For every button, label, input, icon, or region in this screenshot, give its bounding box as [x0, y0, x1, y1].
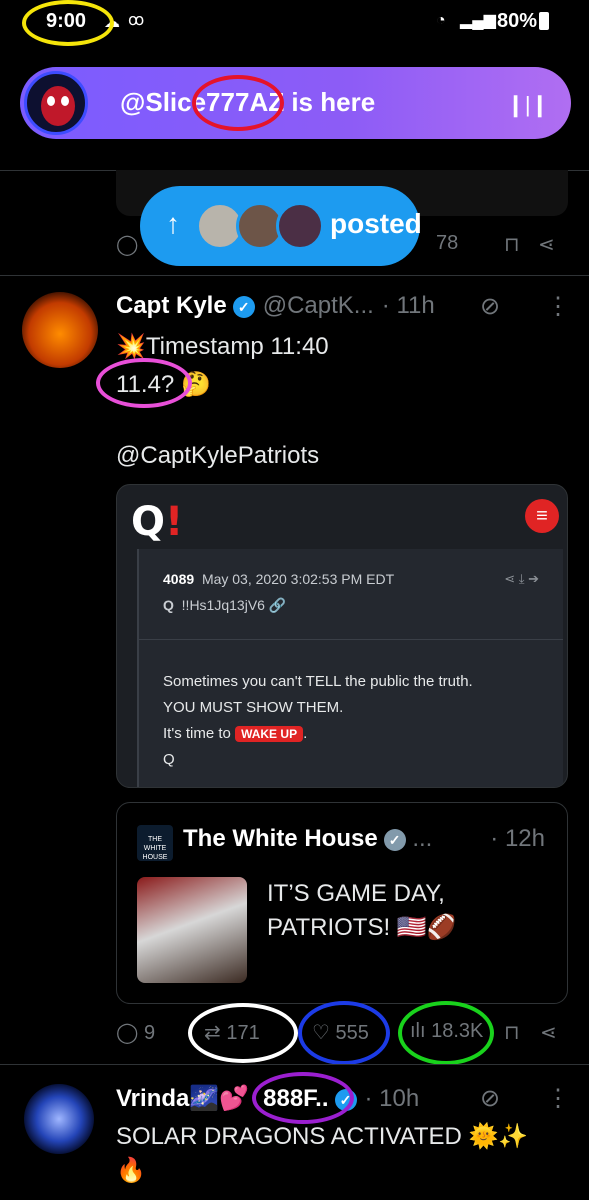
annotation-white-circle	[188, 1003, 298, 1063]
battery-icon	[539, 12, 549, 30]
share-icon[interactable]: ⋖	[540, 1020, 557, 1045]
voicemail-icon: ꝏ	[128, 12, 145, 29]
quoted-text: IT’S GAME DAY, PATRIOTS! 🇺🇸🏈	[267, 880, 457, 941]
grok-icon[interactable]: ⊘	[480, 1084, 500, 1113]
annotation-purple-circle	[252, 1072, 354, 1124]
quoted-time: · 12h	[490, 825, 545, 852]
annotation-red-circle	[192, 75, 284, 131]
annotation-yellow-circle	[22, 0, 114, 46]
qpost-actions-icon: ⋖ ⤓ ➔	[504, 571, 539, 586]
menu-icon: ≡	[525, 499, 559, 533]
avatar	[24, 71, 88, 135]
verified-icon: ✓	[232, 295, 255, 318]
bookmark-icon[interactable]: ⊓	[504, 1020, 520, 1045]
arrow-up-icon: ↑	[166, 208, 180, 239]
reply-icon: ◯	[116, 1022, 139, 1044]
battery-percent: 80%	[496, 10, 537, 32]
author-name: Capt Kyle	[116, 292, 227, 319]
spaces-live-bar[interactable]: @Slice777AZ is here ❙|❙	[20, 67, 571, 139]
bookmark-icon[interactable]: ⊓	[504, 232, 520, 257]
quoted-image	[137, 877, 247, 983]
quoted-post[interactable]: THE WHITE HOUSE The White House ✓ ... · 1…	[116, 802, 568, 1004]
avatar[interactable]	[24, 1084, 94, 1154]
post-text-line: 💥Timestamp 11:40	[116, 332, 329, 361]
grok-icon[interactable]: ⊘	[480, 292, 500, 321]
avatar	[276, 202, 324, 250]
annotation-blue-circle	[298, 1001, 390, 1065]
reply-icon[interactable]: ◯	[116, 232, 138, 257]
wake-up-badge: WAKE UP	[235, 726, 304, 742]
qpost-message: Sometimes you can't TELL the public the …	[163, 673, 473, 768]
reply-button[interactable]: ◯ 9	[116, 1020, 155, 1045]
post-text-timestamp: Timestamp 11:40	[145, 333, 329, 360]
views-count: 78	[436, 232, 459, 254]
q-logo: Q!	[131, 499, 184, 545]
qpost-author: Q !!Hs1Jq13jV6 🔗	[163, 597, 287, 613]
new-posts-button[interactable]: ↑ posted	[140, 186, 422, 266]
annotation-green-circle	[398, 1001, 494, 1065]
post-text-line: 🔥	[116, 1157, 146, 1184]
wifi-icon: ◔	[436, 12, 446, 29]
post-time: · 10h	[364, 1085, 420, 1112]
post-text-mention[interactable]: @CaptKylePatriots	[116, 442, 319, 470]
post-time: · 11h	[381, 292, 435, 319]
annotation-pink-circle	[96, 358, 192, 408]
author-handle: @CaptK...	[262, 292, 374, 319]
qpost-meta: 4089 May 03, 2020 3:02:53 PM EDT	[163, 571, 395, 587]
collision-icon: 💥	[116, 333, 146, 360]
audio-wave-icon: ❙|❙	[506, 92, 549, 117]
more-icon[interactable]: ⋮	[546, 1084, 570, 1113]
more-icon[interactable]: ⋮	[546, 292, 570, 321]
embedded-qpost-image[interactable]: Q! ≡ 4089 May 03, 2020 3:02:53 PM EDT ⋖ …	[116, 484, 568, 788]
share-icon[interactable]: ⋖	[538, 232, 555, 257]
post-text-line: SOLAR DRAGONS ACTIVATED 🌞✨	[116, 1123, 529, 1150]
posted-label: posted	[330, 208, 422, 239]
post-author-line[interactable]: Capt Kyle ✓ @CaptK... · 11h	[116, 292, 435, 320]
quoted-author-line: The White House ✓ ...	[183, 825, 433, 852]
signal-icon: ▂▄▆	[460, 12, 496, 29]
qpost-body: 4089 May 03, 2020 3:02:53 PM EDT ⋖ ⤓ ➔ Q…	[137, 549, 563, 787]
author-name: Vrinda🌌💕	[116, 1085, 250, 1112]
verified-gray-icon: ✓	[383, 828, 406, 851]
avatar[interactable]	[22, 292, 98, 368]
white-house-logo: THE WHITE HOUSE	[137, 825, 173, 861]
